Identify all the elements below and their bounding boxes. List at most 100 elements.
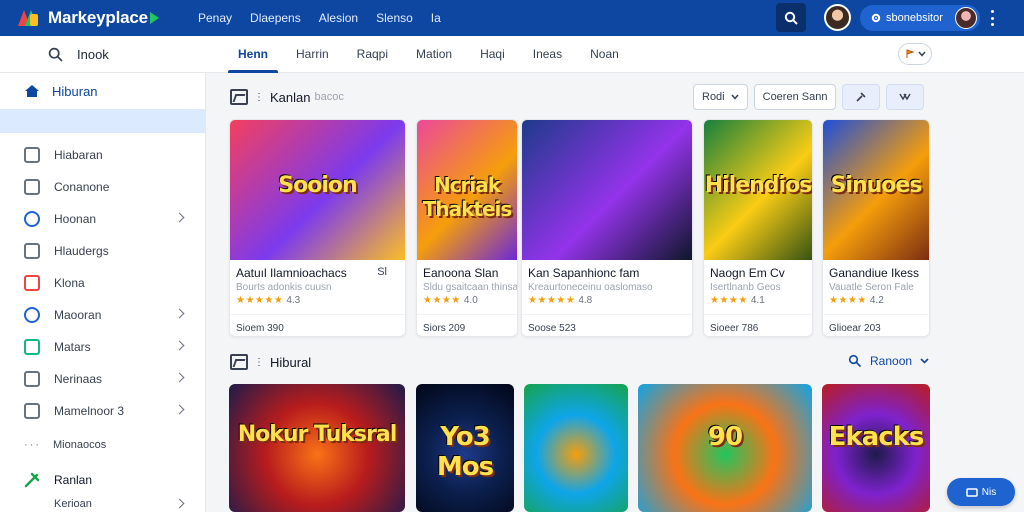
view-toggle-button[interactable] <box>886 84 925 110</box>
chevron-right-icon <box>174 212 185 223</box>
product-subtitle: Sldu gsaitcaan thinsa <box>423 282 517 293</box>
sidebar-item-matars[interactable]: Matars <box>0 331 205 363</box>
sidebar-item-label: Matars <box>54 340 91 354</box>
section2-sort-link[interactable]: Ranoon <box>848 354 929 368</box>
top-nav-link[interactable]: Slenso <box>376 11 413 25</box>
search-filter-button[interactable]: Coeren Sann <box>753 84 837 110</box>
sidebar-item-label: Nerinaas <box>54 372 103 386</box>
section-title: Kanlan <box>270 89 311 105</box>
sort-dropdown[interactable]: Rodi <box>693 84 748 110</box>
rating-value: 4.0 <box>463 295 478 306</box>
wrench-icon <box>24 472 40 488</box>
section2-sort-label: Ranoon <box>870 354 913 368</box>
product-title: Ganandiue Ikess <box>829 266 920 280</box>
product-price: Glioear 203 <box>823 314 929 334</box>
tab-haqi[interactable]: Haqi <box>466 36 519 73</box>
search-icon <box>848 354 862 368</box>
product-card[interactable]: Sinuoes Ganandiue Ikess Vauatle Seron Fale… <box>822 119 930 337</box>
sidebar-item-klona[interactable]: Klona <box>0 267 205 299</box>
thumbnail-art-text: Ncriak Thakteis <box>422 173 513 222</box>
section-title-2: Hibural <box>270 354 312 370</box>
star-icon: ★★★★ <box>829 295 867 306</box>
avatar[interactable] <box>824 4 851 31</box>
more-menu-icon[interactable] <box>989 10 995 26</box>
thumbnail-art-text: 90 <box>707 422 743 453</box>
section-header: ⋮ Kanlan bacoc <box>230 89 344 105</box>
recommendation-thumbnail[interactable]: 90 <box>638 384 812 512</box>
product-rating: ★★★★★ 4.3 <box>230 293 405 306</box>
tag-icon <box>24 371 40 387</box>
home-icon <box>24 147 40 163</box>
user-menu-button[interactable]: sbonebsitor <box>860 5 980 31</box>
tab-noan[interactable]: Noan <box>576 36 633 73</box>
recommendation-thumbnail[interactable]: Nokur Tuksral <box>229 384 405 512</box>
top-nav-link[interactable]: Dlaepens <box>250 11 301 25</box>
user-avatar <box>955 7 977 29</box>
sidebar-more[interactable]: ··· Mionaocos <box>0 427 205 463</box>
sidebar-item-hiabaran[interactable]: Hiabaran <box>0 139 205 171</box>
product-subtitle: Vauatle Seron Fale <box>829 282 914 293</box>
sidebar-item-maooran[interactable]: Maooran <box>0 299 205 331</box>
product-thumbnail[interactable]: Sooion <box>230 120 405 260</box>
chevron-right-icon <box>174 308 185 319</box>
rating-value: 4.1 <box>750 295 765 306</box>
product-price: Sioem 390 <box>230 314 405 334</box>
product-card[interactable]: Sooion Aatuıl Ilamnioachacs Sl Bourts adonk… <box>229 119 406 337</box>
sidebar-item-ranlan[interactable]: Ranlan <box>0 467 205 493</box>
recommendation-thumbnail[interactable] <box>524 384 628 512</box>
user-name: sbonebsitor <box>886 12 943 24</box>
tab-mation[interactable]: Mation <box>402 36 466 73</box>
tab-ineas[interactable]: Ineas <box>519 36 576 73</box>
tab-raqpi[interactable]: Raqpi <box>343 36 402 73</box>
recommendation-thumbnail[interactable]: Ekacks <box>822 384 930 512</box>
product-card[interactable]: Ncriak Thakteis Eanoona Slan Sldu gsaitcaa… <box>416 119 518 337</box>
gallery-icon <box>230 354 248 370</box>
ellipsis-icon: ··· <box>24 439 41 451</box>
search-filter-label: Coeren Sann <box>762 91 828 103</box>
tab-bar: Henn Harrin Raqpi Mation Haqi Ineas Noan <box>224 36 633 73</box>
floating-action-button[interactable]: Nis <box>947 478 1015 506</box>
product-thumbnail[interactable]: Hilendios <box>704 120 812 260</box>
sidebar-header[interactable]: Hiburan <box>0 73 205 109</box>
thumbnail-art-text: Sinuoes <box>830 173 923 199</box>
product-thumbnail[interactable] <box>522 120 692 260</box>
search-icon <box>48 47 63 62</box>
product-card[interactable]: Kan Sapanhionc fam Kreaurtoneceinu oaslom… <box>521 119 693 337</box>
recommendation-thumbnail[interactable]: Yo3 Mos <box>416 384 514 512</box>
sidebar-selected-row[interactable] <box>0 109 205 133</box>
sidebar-subitem[interactable]: Kerioan <box>0 493 205 512</box>
star-icon: ★★★★ <box>710 295 748 306</box>
thumbnail-art-text: Hilendios <box>704 173 812 199</box>
product-card[interactable]: Hilendios Naogn Em Cv Isertlnanb Geos ★★★★ 4… <box>703 119 813 337</box>
sidebar-item-label: Conanone <box>54 180 110 194</box>
top-nav-link[interactable]: Penay <box>198 11 232 25</box>
product-subtitle: Kreaurtoneceinu oaslomaso <box>528 282 653 293</box>
product-rating: ★★★★ 4.2 <box>823 293 929 306</box>
brand-logo-icon <box>18 8 40 28</box>
sidebar-item-conanone[interactable]: Conanone <box>0 171 205 203</box>
product-price: Soose 523 <box>522 314 692 334</box>
top-nav-link[interactable]: Ia <box>431 11 441 25</box>
dot-icon: ⋮ <box>254 91 264 103</box>
brand[interactable]: Markeyplace <box>18 8 188 28</box>
sidebar-item-hlaudergs[interactable]: Hlaudergs <box>0 235 205 267</box>
chevron-right-icon <box>174 340 185 351</box>
tab-harrin[interactable]: Harrin <box>282 36 343 73</box>
sidebar-item-nerinaas[interactable]: Nerinaas <box>0 363 205 395</box>
sidebar: Hiburan Hiabaran Conanone Hoonan Hlaudergs K… <box>0 73 206 512</box>
compass-icon <box>24 307 40 323</box>
sub-search-label: Inook <box>77 46 109 62</box>
top-nav-link[interactable]: Alesion <box>319 11 358 25</box>
thumbnail-art-text: Yo3 Mos <box>436 422 494 483</box>
sidebar-item-hoonan[interactable]: Hoonan <box>0 203 205 235</box>
product-subtitle: Isertlnanb Geos <box>710 282 781 293</box>
tools-button[interactable] <box>842 84 881 110</box>
tab-henn[interactable]: Henn <box>224 36 282 73</box>
product-thumbnail[interactable]: Sinuoes <box>823 120 929 260</box>
product-thumbnail[interactable]: Ncriak Thakteis <box>417 120 517 260</box>
sidebar-item-mamelnoor-3[interactable]: Mamelnoor 3 <box>0 395 205 427</box>
language-button[interactable] <box>898 43 932 65</box>
sub-search[interactable]: Inook <box>48 47 224 62</box>
search-button[interactable] <box>776 3 806 32</box>
star-icon: ★★★★ <box>423 295 461 306</box>
